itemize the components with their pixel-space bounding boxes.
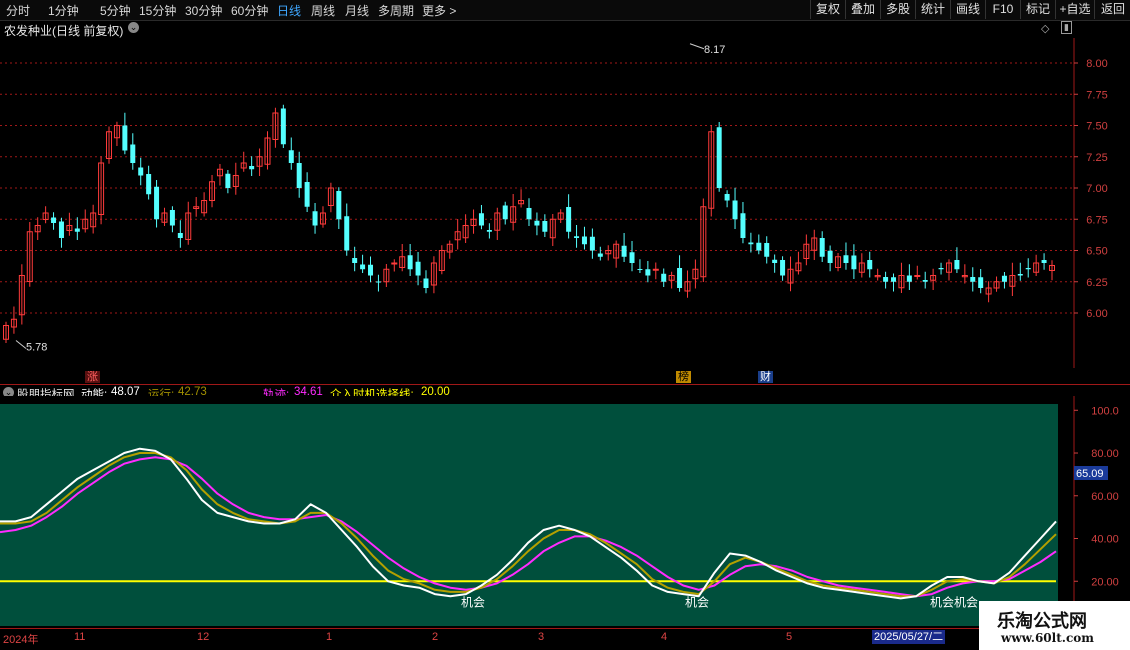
stats-button[interactable]: 统计 xyxy=(915,0,950,19)
indicator-tick-label: 80.00 xyxy=(1091,448,1119,460)
price-chart[interactable]: 6.00 6.25 6.50 6.75 7.00 7.25 7.50 7.75 8.00 8.1… xyxy=(0,38,1130,368)
signal-label: 机会 xyxy=(461,595,485,609)
period-toolbar: 分时 1分钟 5分钟 15分钟 30分钟 60分钟 日线 周线 月线 多周期 更… xyxy=(0,0,1130,21)
period-60min[interactable]: 60分钟 xyxy=(231,2,268,19)
add-watchlist-button[interactable]: +自选 xyxy=(1055,0,1094,19)
date-month-11: 11 xyxy=(74,631,86,643)
price-tick-label: 7.75 xyxy=(1086,89,1107,101)
candle[interactable] xyxy=(716,122,722,192)
fuquan-button[interactable]: 复权 xyxy=(810,0,845,19)
stock-title: 农发种业(日线 前复权) xyxy=(4,24,124,38)
cursor-date: 2025/05/27/二 xyxy=(872,630,946,644)
indicator-panel-bg xyxy=(0,404,1058,626)
f10-button[interactable]: F10 xyxy=(985,0,1020,19)
back-button[interactable]: 返回 xyxy=(1094,0,1130,19)
period-15min[interactable]: 15分钟 xyxy=(139,2,176,19)
price-tick-label: 7.25 xyxy=(1086,152,1107,164)
mark-button[interactable]: 标记 xyxy=(1020,0,1055,19)
date-month-12: 12 xyxy=(197,631,210,643)
zhang-badge[interactable]: 涨 xyxy=(85,371,100,383)
period-fenshi[interactable]: 分时 xyxy=(6,2,30,19)
period-multi[interactable]: 多周期 xyxy=(378,2,414,19)
date-month-3: 3 xyxy=(538,631,545,643)
price-tick-label: 6.75 xyxy=(1086,214,1107,226)
indicator-tick-label: 100.0 xyxy=(1091,405,1119,417)
period-30min[interactable]: 30分钟 xyxy=(185,2,222,19)
price-tick-label: 7.00 xyxy=(1086,183,1107,195)
price-tick-label: 7.50 xyxy=(1086,121,1107,133)
overlay-button[interactable]: 叠加 xyxy=(845,0,880,19)
candle[interactable] xyxy=(280,104,286,148)
period-weekly[interactable]: 周线 xyxy=(311,2,335,19)
cai-badge[interactable]: 财 xyxy=(758,371,773,383)
watermark-url: www.60lt.com xyxy=(1001,631,1094,645)
period-more[interactable]: 更多 > xyxy=(422,2,456,19)
signal-label: 机会 xyxy=(685,595,709,609)
panel-toggle-icon[interactable]: ▮ xyxy=(1061,21,1072,34)
diamond-icon[interactable]: ◇ xyxy=(1041,22,1049,35)
date-month-1: 1 xyxy=(326,631,333,643)
date-month-2: 2 xyxy=(432,631,439,643)
panel-divider xyxy=(0,384,1130,385)
current-value-text: 65.09 xyxy=(1076,468,1104,480)
period-5min[interactable]: 5分钟 xyxy=(100,2,131,19)
period-monthly[interactable]: 月线 xyxy=(345,2,369,19)
indicator-tick-label: 40.00 xyxy=(1091,534,1119,546)
signal-label: 机会机会 xyxy=(930,595,978,609)
bang-badge[interactable]: 榜 xyxy=(676,371,691,383)
low-price-label: 5.78 xyxy=(26,342,47,354)
high-price-label: 8.17 xyxy=(704,44,725,56)
price-tick-label: 6.25 xyxy=(1086,277,1107,289)
draw-line-button[interactable]: 画线 xyxy=(950,0,985,19)
period-daily[interactable]: 日线 xyxy=(277,2,301,19)
price-tick-label: 6.50 xyxy=(1086,246,1107,258)
indicator-tick-label: 60.00 xyxy=(1091,491,1119,503)
price-tick-label: 6.00 xyxy=(1086,308,1107,320)
date-month-4: 4 xyxy=(661,631,668,643)
date-year: 2024年 xyxy=(3,634,39,646)
indicator-chart[interactable]: 20.0040.0060.0080.00100.0 机会 机会 机会机会 65.09 xyxy=(0,396,1130,628)
price-tick-label: 8.00 xyxy=(1086,58,1107,70)
date-month-5: 5 xyxy=(786,631,793,643)
indicator-tick-label: 20.00 xyxy=(1091,576,1119,588)
multi-stock-button[interactable]: 多股 xyxy=(880,0,915,19)
chevron-down-icon[interactable]: ⌄ xyxy=(128,22,139,33)
period-1min[interactable]: 1分钟 xyxy=(48,2,79,19)
date-axis xyxy=(0,628,1130,650)
watermark-title: 乐淘公式网 xyxy=(997,611,1087,632)
watermark-logo: 乐淘公式网 www.60lt.com xyxy=(979,601,1130,650)
